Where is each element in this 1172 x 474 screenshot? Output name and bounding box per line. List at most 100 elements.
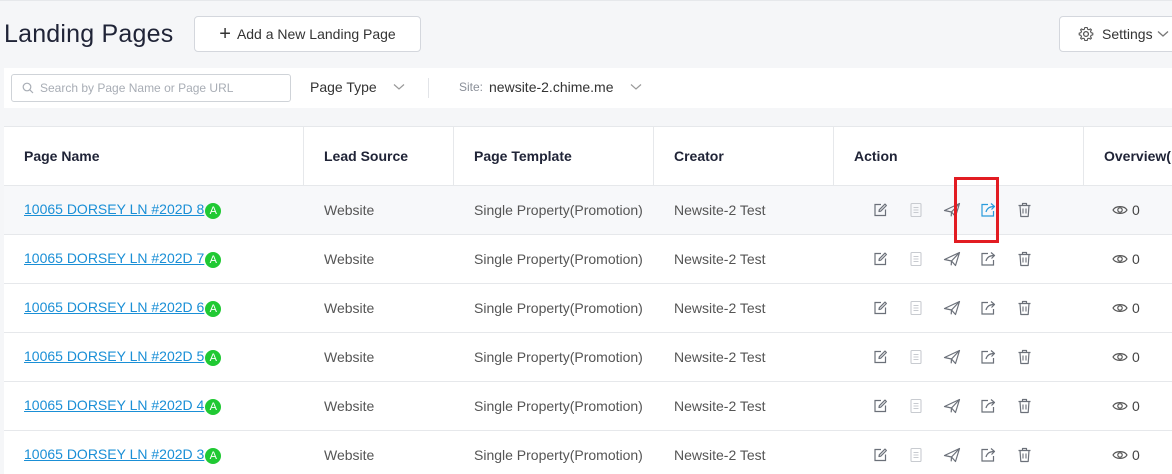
page-template-cell: Single Property(Promotion): [474, 202, 643, 218]
gear-icon: [1078, 26, 1094, 42]
page-template-cell: Single Property(Promotion): [474, 447, 643, 463]
column-header-page-name[interactable]: Page Name: [24, 127, 99, 185]
column-divider: [303, 127, 304, 186]
edit-button[interactable]: [862, 431, 898, 474]
edit-button[interactable]: [862, 186, 898, 234]
lead-source-cell: Website: [324, 349, 375, 365]
site-value: newsite-2.chime.me: [489, 79, 614, 95]
edit-button[interactable]: [862, 235, 898, 283]
delete-button[interactable]: [1006, 333, 1042, 381]
edit-icon: [872, 349, 888, 365]
edit-icon: [872, 398, 888, 414]
send-icon: [943, 398, 961, 414]
page-name-link[interactable]: 10065 DORSEY LN #202D 5A: [24, 348, 222, 366]
copy-button: [898, 235, 934, 283]
creator-cell: Newsite-2 Test: [674, 300, 766, 316]
send-icon: [943, 251, 961, 267]
page-name-cell: 10065 DORSEY LN #202D 8A: [24, 186, 222, 234]
delete-icon: [1017, 398, 1032, 414]
page-name-text: 10065 DORSEY LN #202D 3: [24, 446, 205, 462]
edit-button[interactable]: [862, 382, 898, 430]
delete-icon: [1017, 202, 1032, 218]
copy-icon: [909, 447, 923, 463]
overview-cell: 0: [1112, 186, 1140, 234]
eye-icon: [1112, 206, 1128, 214]
send-button[interactable]: [934, 333, 970, 381]
page-name-text: 10065 DORSEY LN #202D 7: [24, 250, 205, 266]
status-badge: A: [205, 252, 222, 268]
copy-icon: [909, 300, 923, 316]
status-badge: A: [205, 203, 222, 219]
copy-button: [898, 382, 934, 430]
delete-button[interactable]: [1006, 186, 1042, 234]
creator-cell: Newsite-2 Test: [674, 447, 766, 463]
send-button[interactable]: [934, 382, 970, 430]
search-icon: [22, 82, 34, 94]
creator-cell: Newsite-2 Test: [674, 251, 766, 267]
search-box[interactable]: [11, 74, 291, 102]
column-divider: [1083, 127, 1084, 186]
delete-icon: [1017, 251, 1032, 267]
page-name-link[interactable]: 10065 DORSEY LN #202D 3A: [24, 446, 222, 464]
add-landing-page-button[interactable]: + Add a New Landing Page: [194, 16, 421, 52]
edit-icon: [872, 251, 888, 267]
table-row: 10065 DORSEY LN #202D 4 A Website Single Pr…: [4, 382, 1172, 431]
send-button[interactable]: [934, 431, 970, 474]
page-header: Landing Pages + Add a New Landing Page S…: [0, 0, 1172, 66]
settings-button[interactable]: Settings: [1059, 16, 1172, 52]
site-dropdown[interactable]: Site: newsite-2.chime.me: [459, 79, 642, 95]
search-input[interactable]: [40, 81, 280, 95]
overview-cell: 0: [1112, 382, 1140, 430]
edit-button[interactable]: [862, 284, 898, 332]
lead-source-cell: Website: [324, 447, 375, 463]
page-name-link[interactable]: 10065 DORSEY LN #202D 4A: [24, 397, 222, 415]
copy-button: [898, 284, 934, 332]
settings-label: Settings: [1102, 26, 1153, 42]
column-divider: [453, 127, 454, 186]
share-icon: [980, 300, 997, 316]
creator-cell: Newsite-2 Test: [674, 398, 766, 414]
overview-cell: 0: [1112, 284, 1140, 332]
divider: [428, 78, 429, 98]
edit-button[interactable]: [862, 333, 898, 381]
column-header-page-template[interactable]: Page Template: [474, 127, 572, 185]
column-header-overview[interactable]: Overview(: [1104, 127, 1171, 185]
share-button[interactable]: [970, 431, 1006, 474]
status-badge: A: [205, 448, 222, 464]
action-buttons: [862, 235, 1042, 283]
page-template-cell: Single Property(Promotion): [474, 398, 643, 414]
share-button[interactable]: [970, 333, 1006, 381]
delete-button[interactable]: [1006, 431, 1042, 474]
add-landing-page-label: Add a New Landing Page: [236, 26, 396, 42]
view-count: 0: [1132, 202, 1140, 218]
delete-button[interactable]: [1006, 235, 1042, 283]
view-count: 0: [1132, 398, 1140, 414]
page-name-link[interactable]: 10065 DORSEY LN #202D 7A: [24, 250, 222, 268]
page-title: Landing Pages: [4, 20, 174, 48]
column-divider: [653, 127, 654, 186]
page-name-text: 10065 DORSEY LN #202D 8: [24, 201, 205, 217]
action-buttons: [862, 431, 1042, 474]
action-buttons: [862, 382, 1042, 430]
copy-icon: [909, 349, 923, 365]
page-name-text: 10065 DORSEY LN #202D 6: [24, 299, 205, 315]
lead-source-cell: Website: [324, 202, 375, 218]
column-header-creator[interactable]: Creator: [674, 127, 724, 185]
column-header-lead-source[interactable]: Lead Source: [324, 127, 408, 185]
page-type-dropdown[interactable]: Page Type: [310, 79, 405, 95]
share-button[interactable]: [970, 284, 1006, 332]
page-name-link[interactable]: 10065 DORSEY LN #202D 6A: [24, 299, 222, 317]
view-count: 0: [1132, 300, 1140, 316]
share-icon: [980, 398, 997, 414]
send-button[interactable]: [934, 284, 970, 332]
highlight-box: [954, 177, 999, 243]
site-label: Site:: [459, 80, 484, 94]
overview-cell: 0: [1112, 431, 1140, 474]
page-name-link[interactable]: 10065 DORSEY LN #202D 8A: [24, 201, 222, 219]
delete-button[interactable]: [1006, 382, 1042, 430]
view-count: 0: [1132, 349, 1140, 365]
send-icon: [943, 300, 961, 316]
page-name-cell: 10065 DORSEY LN #202D 5A: [24, 333, 222, 381]
delete-button[interactable]: [1006, 284, 1042, 332]
share-button[interactable]: [970, 382, 1006, 430]
